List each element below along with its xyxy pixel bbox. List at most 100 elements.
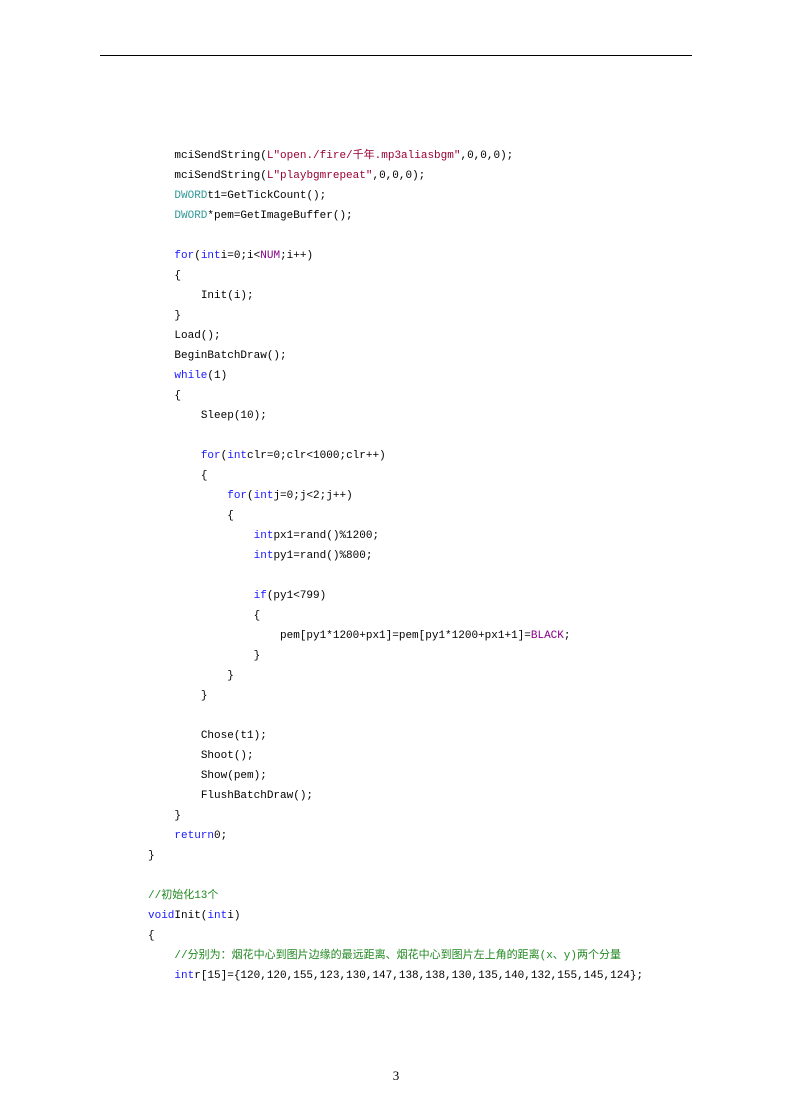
keyword: return: [174, 830, 214, 842]
code-text: ,0,0,0);: [372, 170, 425, 182]
code-text: (: [247, 490, 254, 502]
code-line: //初始化13个: [148, 890, 218, 902]
code-line: Init(i);: [148, 290, 254, 302]
code-line: {: [148, 470, 207, 482]
code-text: py1=rand()%800;: [273, 550, 372, 562]
brace: }: [201, 690, 208, 702]
code-line: }: [148, 850, 155, 862]
code-line: pem[py1*1200+px1]=pem[py1*1200+px1+1]=BL…: [148, 630, 571, 642]
keyword: int: [254, 550, 274, 562]
code-line: return0;: [148, 830, 227, 842]
code-text: Chose(t1);: [201, 730, 267, 742]
brace: {: [227, 510, 234, 522]
code-line: {: [148, 270, 181, 282]
code-line: intr[15]={120,120,155,123,130,147,138,13…: [148, 970, 643, 982]
code-line: {: [148, 610, 260, 622]
code-line: intpx1=rand()%1200;: [148, 530, 379, 542]
code-line: Chose(t1);: [148, 730, 267, 742]
keyword: int: [227, 450, 247, 462]
comment: //分别为：烟花中心到图片边缘的最远距离、烟花中心到图片左上角的距离(x、y)两…: [174, 950, 621, 962]
brace: }: [227, 670, 234, 682]
code-line: while(1): [148, 370, 227, 382]
code-text: r[15]={120,120,155,123,130,147,138,138,1…: [194, 970, 643, 982]
code-text: ,0,0,0);: [460, 150, 513, 162]
code-text: ;: [564, 630, 571, 642]
code-line: }: [148, 670, 234, 682]
code-text: i): [227, 910, 240, 922]
code-block: mciSendString(L"open./fire/千年.mp3aliasbg…: [148, 126, 692, 986]
code-text: *pem=GetImageBuffer();: [207, 210, 352, 222]
code-line: for(intclr=0;clr<1000;clr++): [148, 450, 386, 462]
header-rule: [100, 55, 692, 56]
code-line: }: [148, 690, 207, 702]
code-text: (py1<799): [267, 590, 326, 602]
fn-call: mciSendString(: [174, 150, 266, 162]
code-text: FlushBatchDraw();: [201, 790, 313, 802]
code-line: DWORDt1=GetTickCount();: [148, 190, 326, 202]
code-text: t1=GetTickCount();: [207, 190, 326, 202]
code-text: Load();: [174, 330, 220, 342]
code-line: for(intj=0;j<2;j++): [148, 490, 353, 502]
string-literal: "open./fire/千年.mp3aliasbgm": [273, 150, 460, 162]
keyword: if: [254, 590, 267, 602]
keyword: void: [148, 910, 174, 922]
code-text: BeginBatchDraw();: [174, 350, 286, 362]
code-line: {: [148, 390, 181, 402]
brace: }: [148, 850, 155, 862]
code-line: {: [148, 930, 155, 942]
code-text: ;i++): [280, 250, 313, 262]
keyword: for: [201, 450, 221, 462]
code-text: Show(pem);: [201, 770, 267, 782]
code-text: j=0;j<2;j++): [273, 490, 352, 502]
document-page: mciSendString(L"open./fire/千年.mp3aliasbg…: [0, 0, 792, 1120]
code-line: mciSendString(L"playbgmrepeat",0,0,0);: [148, 170, 425, 182]
keyword: while: [174, 370, 207, 382]
brace: {: [148, 930, 155, 942]
keyword: int: [207, 910, 227, 922]
code-line: if(py1<799): [148, 590, 326, 602]
brace: {: [201, 470, 208, 482]
macro: NUM: [260, 250, 280, 262]
string-literal: "playbgmrepeat": [273, 170, 372, 182]
code-line: intpy1=rand()%800;: [148, 550, 372, 562]
brace: }: [174, 310, 181, 322]
code-line: }: [148, 310, 181, 322]
code-text: (: [194, 250, 201, 262]
page-number: 3: [0, 1068, 792, 1084]
brace: {: [174, 390, 181, 402]
code-text: Shoot();: [201, 750, 254, 762]
code-line: {: [148, 510, 234, 522]
type: DWORD: [174, 210, 207, 222]
brace: {: [254, 610, 261, 622]
code-line: for(inti=0;i<NUM;i++): [148, 250, 313, 262]
brace: {: [174, 270, 181, 282]
code-line: Shoot();: [148, 750, 254, 762]
comment: //初始化13个: [148, 890, 218, 902]
brace: }: [174, 810, 181, 822]
code-text: i=0;i<: [221, 250, 261, 262]
code-line: voidInit(inti): [148, 910, 240, 922]
code-line: mciSendString(L"open./fire/千年.mp3aliasbg…: [148, 150, 513, 162]
macro: BLACK: [531, 630, 564, 642]
code-text: clr=0;clr<1000;clr++): [247, 450, 386, 462]
code-line: FlushBatchDraw();: [148, 790, 313, 802]
brace: }: [254, 650, 261, 662]
code-text: (1): [207, 370, 227, 382]
code-text: pem[py1*1200+px1]=pem[py1*1200+px1+1]=: [280, 630, 531, 642]
code-line: Sleep(10);: [148, 410, 267, 422]
code-text: px1=rand()%1200;: [273, 530, 379, 542]
code-line: }: [148, 650, 260, 662]
fn-call: mciSendString(: [174, 170, 266, 182]
type: DWORD: [174, 190, 207, 202]
keyword: for: [174, 250, 194, 262]
code-text: Init(: [174, 910, 207, 922]
keyword: int: [174, 970, 194, 982]
code-line: DWORD*pem=GetImageBuffer();: [148, 210, 353, 222]
keyword: int: [254, 530, 274, 542]
keyword: int: [254, 490, 274, 502]
keyword: int: [201, 250, 221, 262]
code-line: BeginBatchDraw();: [148, 350, 287, 362]
code-line: //分别为：烟花中心到图片边缘的最远距离、烟花中心到图片左上角的距离(x、y)两…: [148, 950, 621, 962]
code-line: Load();: [148, 330, 221, 342]
code-text: Sleep(10);: [201, 410, 267, 422]
